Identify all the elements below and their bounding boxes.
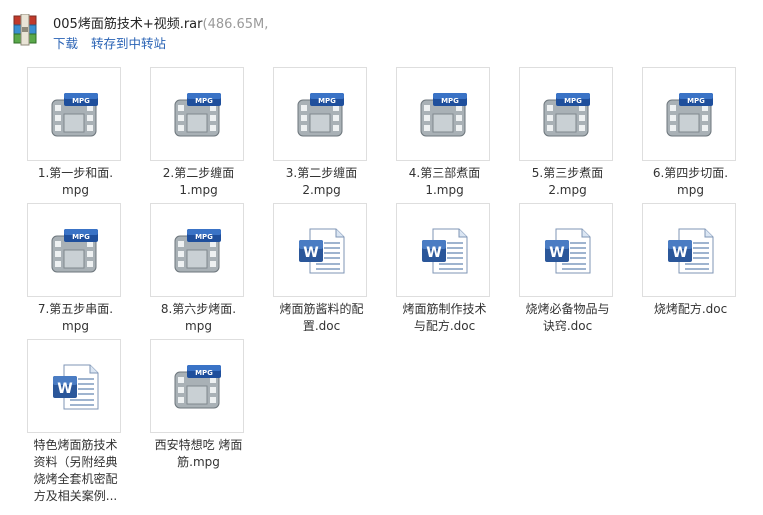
word-doc-icon [52, 364, 99, 410]
file-name-line: 特色烤面筋技术 [33, 438, 118, 452]
mpg-file-icon [666, 92, 714, 137]
file-name[interactable]: 烧烤必备物品与 诀窍.doc [506, 301, 629, 335]
file-name[interactable]: 3.第二步缠面 2.mpg [260, 165, 383, 199]
file-name-line: 4.第三部煮面 [408, 166, 481, 180]
mpg-file-icon [297, 92, 345, 137]
file-thumbnail[interactable] [150, 67, 244, 161]
mpg-file-icon [420, 92, 468, 137]
file-name-line: 资料（另附经典 [33, 455, 118, 469]
file-thumbnail[interactable] [27, 203, 121, 297]
file-name[interactable]: 烧烤配方.doc [629, 301, 752, 318]
file-name-line: 5.第三步煮面 [531, 166, 604, 180]
mpg-file-icon [51, 228, 99, 273]
file-name-line: 烧烤必备物品与 [525, 302, 610, 316]
file-name-line: 1.mpg [425, 183, 464, 197]
file-thumbnail[interactable] [150, 339, 244, 433]
word-doc-icon [421, 228, 468, 274]
file-name-line: 1.mpg [179, 183, 218, 197]
file-thumbnail[interactable] [273, 67, 367, 161]
file-thumbnail[interactable] [642, 67, 736, 161]
file-name-line: 方及相关案例... [33, 489, 118, 503]
file-name-line: 1.第一步和面. [37, 166, 114, 180]
file-thumbnail[interactable] [27, 67, 121, 161]
file-name[interactable]: 8.第六步烤面. mpg [137, 301, 260, 335]
file-name-line: 置.doc [302, 319, 341, 333]
file-thumbnail[interactable] [273, 203, 367, 297]
file-name[interactable]: 7.第五步串面. mpg [14, 301, 137, 335]
file-name-line: mpg [62, 183, 89, 197]
file-thumbnail[interactable] [396, 203, 490, 297]
file-name[interactable]: 5.第三步煮面 2.mpg [506, 165, 629, 199]
file-name[interactable]: 西安特想吃 烤面 筋.mpg [137, 437, 260, 471]
file-name[interactable]: 2.第二步缠面 1.mpg [137, 165, 260, 199]
file-name-line: mpg [185, 319, 212, 333]
file-name-line: 烧烤配方.doc [653, 302, 728, 316]
mpg-file-icon [174, 364, 222, 409]
file-name-line: 西安特想吃 烤面 [154, 438, 243, 452]
file-name[interactable]: 烤面筋制作技术 与配方.doc [383, 301, 506, 335]
mpg-file-icon [174, 92, 222, 137]
file-grid: 1.第一步和面. mpg 2.第二步缠面 1.mpg 3.第二步缠面 2.mpg 4.第三部… [0, 0, 763, 515]
file-name[interactable]: 烤面筋酱料的配 置.doc [260, 301, 383, 335]
file-name-line: 2.第二步缠面 [162, 166, 235, 180]
mpg-file-icon [543, 92, 591, 137]
word-doc-icon [667, 228, 714, 274]
file-name-line: 诀窍.doc [542, 319, 593, 333]
file-name-line: 烧烤全套机密配 [33, 472, 118, 486]
file-name[interactable]: 4.第三部煮面 1.mpg [383, 165, 506, 199]
file-name-line: 2.mpg [302, 183, 341, 197]
word-doc-icon [298, 228, 345, 274]
file-name-line: 与配方.doc [413, 319, 476, 333]
file-thumbnail[interactable] [519, 67, 613, 161]
file-name-line: 2.mpg [548, 183, 587, 197]
file-thumbnail[interactable] [519, 203, 613, 297]
file-thumbnail[interactable] [150, 203, 244, 297]
file-thumbnail[interactable] [27, 339, 121, 433]
file-name-line: 6.第四步切面. [652, 166, 729, 180]
mpg-file-icon [51, 92, 99, 137]
file-name-line: 烤面筋制作技术 [402, 302, 487, 316]
file-name-line: mpg [677, 183, 704, 197]
word-doc-icon [544, 228, 591, 274]
mpg-file-icon [174, 228, 222, 273]
file-thumbnail[interactable] [396, 67, 490, 161]
file-name[interactable]: 特色烤面筋技术 资料（另附经典 烧烤全套机密配 方及相关案例... [14, 437, 137, 505]
file-name-line: 3.第二步缠面 [285, 166, 358, 180]
file-thumbnail[interactable] [642, 203, 736, 297]
file-name[interactable]: 1.第一步和面. mpg [14, 165, 137, 199]
file-name-line: 筋.mpg [177, 455, 220, 469]
file-name[interactable]: 6.第四步切面. mpg [629, 165, 752, 199]
file-name-line: 8.第六步烤面. [160, 302, 237, 316]
file-name-line: mpg [62, 319, 89, 333]
file-name-line: 烤面筋酱料的配 [279, 302, 364, 316]
file-name-line: 7.第五步串面. [37, 302, 114, 316]
